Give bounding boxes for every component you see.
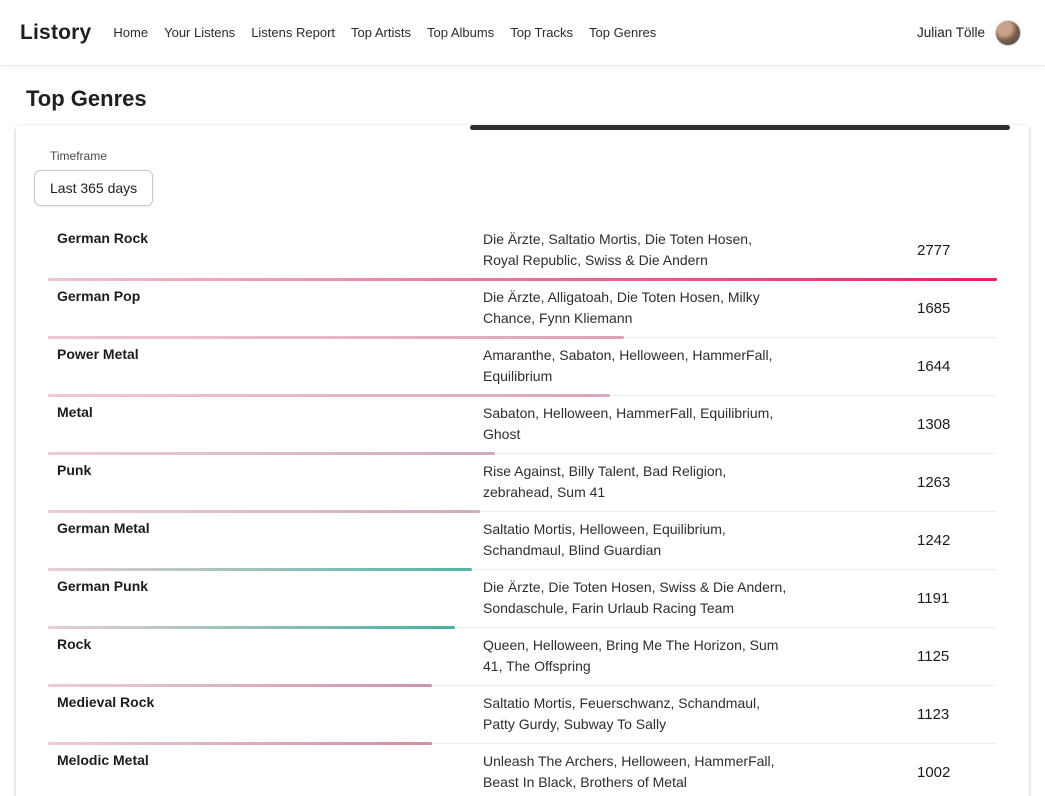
genre-artists: Amaranthe, Sabaton, Helloween, HammerFal… <box>483 345 788 387</box>
genre-name: Melodic Metal <box>48 751 483 768</box>
genre-count: 1242 <box>917 532 997 549</box>
genre-count: 1644 <box>917 358 997 375</box>
genre-artists: Die Ärzte, Die Toten Hosen, Swiss & Die … <box>483 577 788 619</box>
horizontal-scrollbar-thumb[interactable] <box>470 125 1010 130</box>
genre-name: German Pop <box>48 287 483 304</box>
genre-artists: Rise Against, Billy Talent, Bad Religion… <box>483 461 788 503</box>
user-area: Julian Tölle <box>917 20 1021 46</box>
genre-count: 1002 <box>917 764 997 781</box>
genre-artists: Unleash The Archers, Helloween, HammerFa… <box>483 751 788 793</box>
genre-name: Medieval Rock <box>48 693 483 710</box>
genre-artists: Die Ärzte, Saltatio Mortis, Die Toten Ho… <box>483 229 788 271</box>
nav-item-top-tracks[interactable]: Top Tracks <box>510 25 573 40</box>
top-nav: Listory Home Your Listens Listens Report To… <box>0 0 1045 66</box>
genre-name: Metal <box>48 403 483 420</box>
genre-row: German MetalSaltatio Mortis, Helloween, … <box>48 512 997 570</box>
genre-row: PunkRise Against, Billy Talent, Bad Reli… <box>48 454 997 512</box>
nav-item-top-genres[interactable]: Top Genres <box>589 25 656 40</box>
nav-item-top-albums[interactable]: Top Albums <box>427 25 494 40</box>
nav-item-home[interactable]: Home <box>113 25 148 40</box>
genre-name: German Rock <box>48 229 483 246</box>
nav-item-listens-report[interactable]: Listens Report <box>251 25 335 40</box>
genre-count: 1263 <box>917 474 997 491</box>
genre-count: 1308 <box>917 416 997 433</box>
genre-count: 1123 <box>917 706 997 723</box>
top-genres-card: Timeframe Last 365 days German RockDie Ä… <box>16 125 1029 796</box>
genre-name: Power Metal <box>48 345 483 362</box>
genre-count: 2777 <box>917 242 997 259</box>
timeframe-label: Timeframe <box>50 149 997 163</box>
genre-count: 1685 <box>917 300 997 317</box>
genre-count: 1191 <box>917 590 997 607</box>
genre-row: German RockDie Ärzte, Saltatio Mortis, D… <box>48 222 997 280</box>
timeframe-value: Last 365 days <box>50 180 137 196</box>
genre-artists: Saltatio Mortis, Helloween, Equilibrium,… <box>483 519 788 561</box>
genre-row: MetalSabaton, Helloween, HammerFall, Equ… <box>48 396 997 454</box>
genre-row: German PunkDie Ärzte, Die Toten Hosen, S… <box>48 570 997 628</box>
genre-count: 1125 <box>917 648 997 665</box>
page-title: Top Genres <box>26 86 1045 112</box>
nav-links: Home Your Listens Listens Report Top Artist… <box>113 25 917 40</box>
genres-table: German RockDie Ärzte, Saltatio Mortis, D… <box>48 222 997 796</box>
genre-row: RockQueen, Helloween, Bring Me The Horiz… <box>48 628 997 686</box>
genre-row: Medieval RockSaltatio Mortis, Feuerschwa… <box>48 686 997 744</box>
nav-item-top-artists[interactable]: Top Artists <box>351 25 411 40</box>
genre-artists: Saltatio Mortis, Feuerschwanz, Schandmau… <box>483 693 788 735</box>
genre-artists: Queen, Helloween, Bring Me The Horizon, … <box>483 635 788 677</box>
genre-row: Melodic MetalUnleash The Archers, Hellow… <box>48 744 997 796</box>
genre-artists: Sabaton, Helloween, HammerFall, Equilibr… <box>483 403 788 445</box>
genre-name: German Punk <box>48 577 483 594</box>
user-name[interactable]: Julian Tölle <box>917 25 985 40</box>
timeframe-control: Timeframe Last 365 days <box>48 149 997 206</box>
genre-artists: Die Ärzte, Alligatoah, Die Toten Hosen, … <box>483 287 788 329</box>
brand-logo[interactable]: Listory <box>20 21 91 45</box>
timeframe-select[interactable]: Last 365 days <box>34 170 153 206</box>
genre-name: Rock <box>48 635 483 652</box>
genre-row: German PopDie Ärzte, Alligatoah, Die Tot… <box>48 280 997 338</box>
nav-item-your-listens[interactable]: Your Listens <box>164 25 235 40</box>
genre-row: Power MetalAmaranthe, Sabaton, Helloween… <box>48 338 997 396</box>
genre-name: German Metal <box>48 519 483 536</box>
genre-name: Punk <box>48 461 483 478</box>
user-avatar[interactable] <box>995 20 1021 46</box>
